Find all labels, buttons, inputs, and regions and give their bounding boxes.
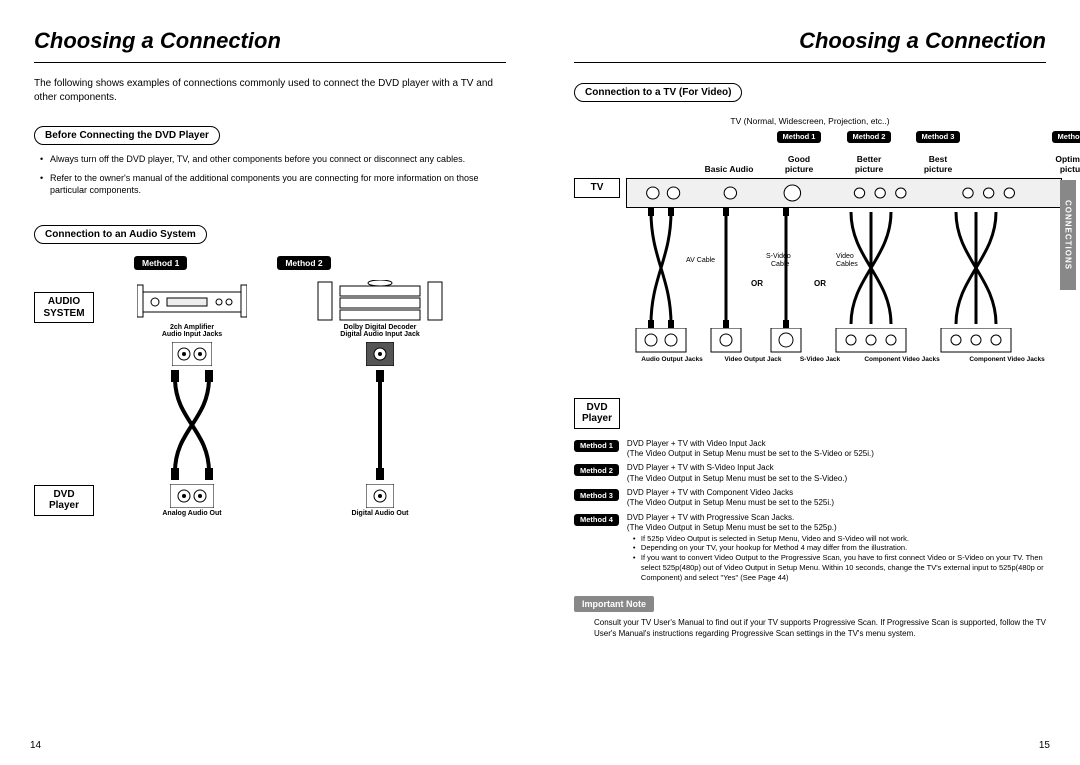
page-title-right: Choosing a Connection	[574, 28, 1046, 63]
page-right: Choosing a Connection Connection to a TV…	[540, 0, 1080, 765]
jack-labels-row: Audio Output Jacks Video Output Jack S-V…	[626, 356, 1062, 363]
tv-jack-strip	[626, 178, 1062, 208]
amplifier-icon	[102, 278, 282, 324]
bullet-item: Always turn off the DVD player, TV, and …	[50, 153, 506, 166]
important-note-text: Consult your TV User's Manual to find ou…	[574, 618, 1046, 639]
jack-panel-icon	[102, 342, 282, 366]
bullet-item: Refer to the owner's manual of the addit…	[50, 172, 506, 197]
decoder-icon	[290, 278, 470, 324]
video-header-row: Basic Audio Goodpicture Betterpicture Be…	[624, 154, 1046, 174]
decoder-caption: Dolby Digital Decoder	[344, 324, 417, 331]
page-title-left: Choosing a Connection	[34, 28, 506, 63]
before-heading: Before Connecting the DVD Player	[34, 126, 220, 145]
audio-heading: Connection to an Audio System	[34, 225, 207, 244]
method-desc: DVD Player + TV with Video Input Jack(Th…	[627, 439, 874, 460]
method1-pill-r: Method 1	[777, 131, 822, 143]
sub-bullet: Depending on your TV, your hookup for Me…	[641, 543, 1046, 553]
sub-bullet: If you want to convert Video Output to t…	[641, 553, 1046, 582]
method2-pill-r: Method 2	[847, 131, 892, 143]
method-descriptions: Method 1 DVD Player + TV with Video Inpu…	[574, 439, 1046, 583]
tv-note: TV (Normal, Widescreen, Projection, etc.…	[574, 116, 1046, 126]
single-cable-icon	[290, 370, 470, 480]
jack-svideo-label: S-Video Jack	[788, 356, 852, 363]
basic-audio-label: Basic Audio	[694, 164, 764, 174]
out-jack-icon	[170, 484, 214, 508]
optimum-picture-label: Optimumpicture	[1040, 154, 1080, 174]
method-desc: DVD Player + TV with Progressive Scan Ja…	[627, 513, 1046, 583]
method-desc: DVD Player + TV with S-Video Input Jack(…	[627, 463, 847, 484]
svg-text:OR: OR	[751, 279, 763, 288]
intro-text: The following shows examples of connecti…	[34, 77, 506, 104]
method-pill: Method 4	[574, 514, 619, 526]
dvd-player-label-left: DVD Player	[34, 485, 94, 516]
page-number-right: 15	[1039, 740, 1050, 751]
video-diagram: TV DVD Player	[574, 178, 1046, 429]
method4-pill-r: Method 4	[1052, 131, 1080, 143]
svg-text:Video: Video	[836, 253, 854, 260]
dvd-player-label-right: DVD Player	[574, 398, 620, 429]
method1-pill: Method 1	[134, 256, 187, 270]
method-pill: Method 2	[574, 464, 619, 476]
cables-icon: AV Cable S-VideoCable OR VideoCables OR	[626, 208, 1046, 328]
method-desc: DVD Player + TV with Component Video Jac…	[627, 488, 834, 509]
jack-audio-label: Audio Output Jacks	[626, 356, 718, 363]
amp-caption: 2ch Amplifier	[170, 324, 214, 331]
jack-component-label: Component Video Jacks	[852, 356, 952, 363]
audio-system-label: AUDIO SYSTEM	[34, 292, 94, 323]
svg-text:Cables: Cables	[836, 261, 858, 268]
jack-panel-icon	[290, 342, 470, 366]
good-picture-label: Goodpicture	[764, 154, 834, 174]
method2-pill: Method 2	[277, 256, 330, 270]
video-heading: Connection to a TV (For Video)	[574, 83, 742, 102]
analog-out-caption: Analog Audio Out	[162, 510, 221, 517]
method-pill: Method 3	[574, 489, 619, 501]
sub-bullet: If 525p Video Output is selected in Setu…	[641, 534, 1046, 544]
important-note-label: Important Note	[574, 596, 654, 612]
digital-input-caption: Digital Audio Input Jack	[340, 331, 419, 338]
audio-input-caption: Audio Input Jacks	[162, 331, 222, 338]
jack-component2-label: Component Video Jacks	[952, 356, 1062, 363]
dvd-jack-strip	[626, 328, 1046, 354]
before-bullets: Always turn off the DVD player, TV, and …	[34, 153, 506, 197]
svg-text:OR: OR	[814, 279, 826, 288]
jack-video-label: Video Output Jack	[718, 356, 788, 363]
page-number-left: 14	[30, 740, 41, 751]
audio-method-row: Method 1 Method 2	[134, 256, 506, 270]
tv-label: TV	[574, 178, 620, 198]
method-pill: Method 1	[574, 440, 619, 452]
digital-out-caption: Digital Audio Out	[352, 510, 409, 517]
method-pills-row: Method 1 Method 2 Method 3 Method 4	[624, 126, 1046, 144]
svg-text:S-Video: S-Video	[766, 253, 791, 260]
better-picture-label: Betterpicture	[834, 154, 904, 174]
audio-diagram: AUDIO SYSTEM 2ch Amplifier Audio Input	[34, 278, 506, 517]
best-picture-label: Bestpicture	[904, 154, 972, 174]
out-jack-icon	[366, 484, 394, 508]
page-left: Choosing a Connection The following show…	[0, 0, 540, 765]
av-cable-label: AV Cable	[686, 257, 715, 264]
method3-pill-r: Method 3	[916, 131, 961, 143]
svg-text:Cable: Cable	[771, 261, 789, 268]
rca-cable-icon	[102, 370, 282, 480]
side-tab-connections: CONNECTIONS	[1060, 180, 1076, 290]
